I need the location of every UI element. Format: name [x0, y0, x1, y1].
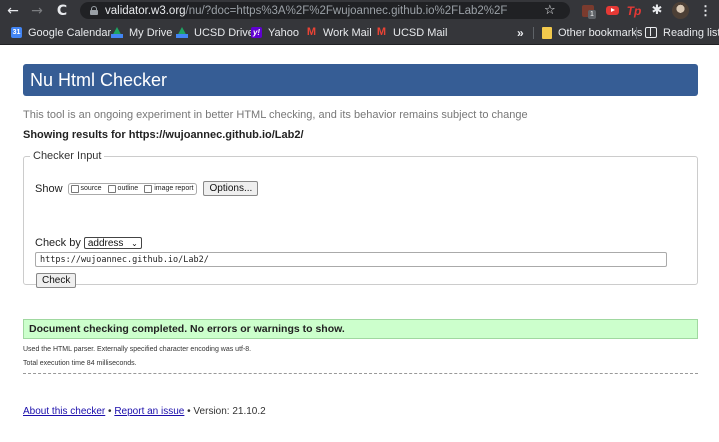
extension-tp-icon[interactable]: Tp	[626, 3, 642, 18]
yahoo-icon: y!	[251, 27, 262, 38]
report-issue-link[interactable]: Report an issue	[114, 406, 184, 417]
extension-badge: 1	[588, 9, 596, 19]
bookmark-google-calendar[interactable]: 31 Google Calendar	[11, 21, 111, 44]
show-outline-option[interactable]: outline	[107, 184, 139, 193]
bookmarks-overflow-button[interactable]: »	[517, 21, 524, 44]
extension-ublock-icon[interactable]: 1	[580, 3, 596, 19]
drive-icon	[111, 27, 123, 38]
show-options-group: source outline image report	[67, 182, 198, 195]
reading-list-label: Reading list	[663, 26, 719, 39]
bookmark-my-drive[interactable]: My Drive	[111, 21, 172, 44]
show-image-report-option[interactable]: image report	[144, 184, 194, 193]
lock-icon	[90, 6, 98, 15]
forward-arrow-icon[interactable]: →	[26, 0, 48, 21]
drive-icon	[176, 27, 188, 38]
reading-list[interactable]: Reading list	[645, 21, 719, 44]
check-by-value: address	[87, 237, 124, 249]
showing-results-heading: Showing results for https://wujoannec.gi…	[23, 129, 304, 141]
about-checker-link[interactable]: About this checker	[23, 406, 105, 417]
parser-note: Used the HTML parser. Externally specifi…	[23, 346, 252, 353]
bookmark-label: UCSD Drive	[194, 26, 254, 39]
url-path: /nu/?doc=https%3A%2F%2Fwujoannec.github.…	[185, 4, 508, 17]
options-button[interactable]: Options...	[203, 181, 259, 196]
intro-text: This tool is an ongoing experiment in be…	[23, 109, 528, 121]
back-arrow-icon[interactable]: ←	[2, 0, 24, 21]
bookmark-work-mail[interactable]: M Work Mail	[306, 21, 372, 44]
folder-icon	[542, 26, 552, 39]
bookmark-ucsd-drive[interactable]: UCSD Drive	[176, 21, 254, 44]
profile-avatar[interactable]	[672, 2, 689, 19]
url-domain: validator.w3.org	[105, 4, 186, 17]
chevron-down-icon: ⌄	[131, 238, 138, 248]
browser-toolbar: ← → C validator.w3.org/nu/?doc=https%3A%…	[0, 0, 719, 21]
page-header: Nu Html Checker	[23, 64, 698, 96]
reading-list-icon	[645, 27, 657, 38]
show-source-option[interactable]: source	[70, 184, 102, 193]
bookmark-star-icon[interactable]: ☆	[544, 3, 556, 18]
bookmark-ucsd-mail[interactable]: M UCSD Mail	[376, 21, 448, 44]
checker-input-legend: Checker Input	[33, 150, 102, 162]
image-report-checkbox[interactable]	[144, 184, 153, 193]
checker-input-fieldset: Checker Input Show source outline image …	[23, 150, 698, 288]
check-by-select[interactable]: address ⌄	[83, 237, 142, 249]
divider	[23, 373, 698, 374]
bookmarks-bar: 31 Google Calendar My Drive UCSD Drive y…	[0, 21, 719, 45]
address-bar[interactable]: validator.w3.org/nu/?doc=https%3A%2F%2Fw…	[80, 2, 570, 19]
gmail-icon: M	[376, 26, 387, 38]
bookmark-label: Google Calendar	[28, 26, 112, 39]
reload-icon[interactable]: C	[51, 0, 73, 21]
calendar-icon: 31	[11, 27, 22, 38]
bookmarks-divider	[636, 27, 637, 39]
gmail-icon: M	[306, 26, 317, 38]
footer: About this checker • Report an issue • V…	[23, 406, 266, 417]
bookmark-label: Yahoo	[268, 26, 299, 39]
option-label: image report	[154, 185, 194, 192]
bookmark-label: UCSD Mail	[393, 26, 448, 39]
extension-youtube-icon[interactable]	[604, 3, 620, 18]
option-label: source	[80, 185, 102, 192]
other-bookmarks[interactable]: Other bookmarks	[542, 21, 642, 44]
extensions-puzzle-icon[interactable]: ✱	[649, 3, 665, 18]
bookmark-label: Work Mail	[323, 26, 372, 39]
outline-checkbox[interactable]	[107, 184, 116, 193]
browser-menu-icon[interactable]: ⋮	[699, 3, 712, 18]
url-input[interactable]: https://wujoannec.github.io/Lab2/	[35, 252, 667, 267]
check-by-row: Check by address ⌄	[35, 237, 142, 249]
footer-separator: •	[105, 406, 115, 417]
option-label: outline	[117, 185, 139, 192]
bookmark-yahoo[interactable]: y! Yahoo	[251, 21, 299, 44]
result-success-message: Document checking completed. No errors o…	[23, 319, 698, 339]
show-label: Show	[35, 182, 63, 195]
bookmark-label: My Drive	[129, 26, 173, 39]
show-options-row: Show source outline image report Options…	[35, 181, 259, 196]
bookmarks-divider	[533, 27, 534, 39]
execution-time-note: Total execution time 84 milliseconds.	[23, 360, 137, 367]
other-bookmarks-label: Other bookmarks	[558, 26, 643, 39]
check-by-label: Check by	[35, 237, 81, 249]
version-text: • Version: 21.10.2	[184, 406, 266, 417]
source-checkbox[interactable]	[70, 184, 79, 193]
check-button[interactable]: Check	[36, 273, 77, 288]
page-title: Nu Html Checker	[30, 69, 168, 90]
